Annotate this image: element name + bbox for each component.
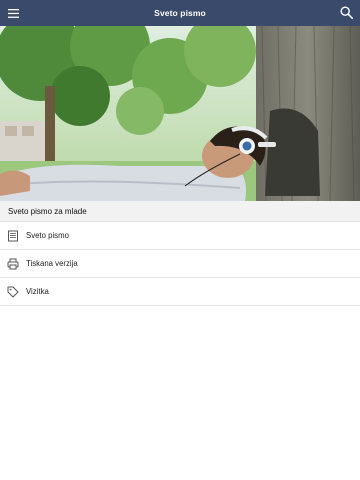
app-title: Sveto pismo — [154, 8, 206, 18]
menu-item-tiskana-verzija[interactable]: Tiskana verzija — [0, 250, 360, 278]
menu-item-vizitka[interactable]: Vizitka — [0, 278, 360, 306]
menu-item-label: Tiskana verzija — [26, 259, 78, 268]
hero-image — [0, 26, 360, 201]
hamburger-menu-icon — [7, 8, 19, 18]
search-button[interactable] — [338, 4, 355, 21]
section-title: Sveto pismo za mlade — [8, 206, 87, 216]
app-bar: Sveto pismo — [0, 0, 360, 26]
menu-item-sveto-pismo[interactable]: Sveto pismo — [0, 222, 360, 250]
menu-button[interactable] — [5, 5, 21, 21]
document-lines-icon — [6, 229, 20, 243]
menu-item-label: Vizitka — [26, 287, 49, 296]
printer-icon — [6, 257, 20, 271]
menu-item-label: Sveto pismo — [26, 231, 69, 240]
search-icon — [340, 6, 353, 19]
tag-icon — [6, 285, 20, 299]
section-header: Sveto pismo za mlade — [0, 201, 360, 222]
hero-illustration — [0, 26, 360, 201]
menu-list: Sveto pismo Tiskana verzija Vizitka — [0, 222, 360, 306]
